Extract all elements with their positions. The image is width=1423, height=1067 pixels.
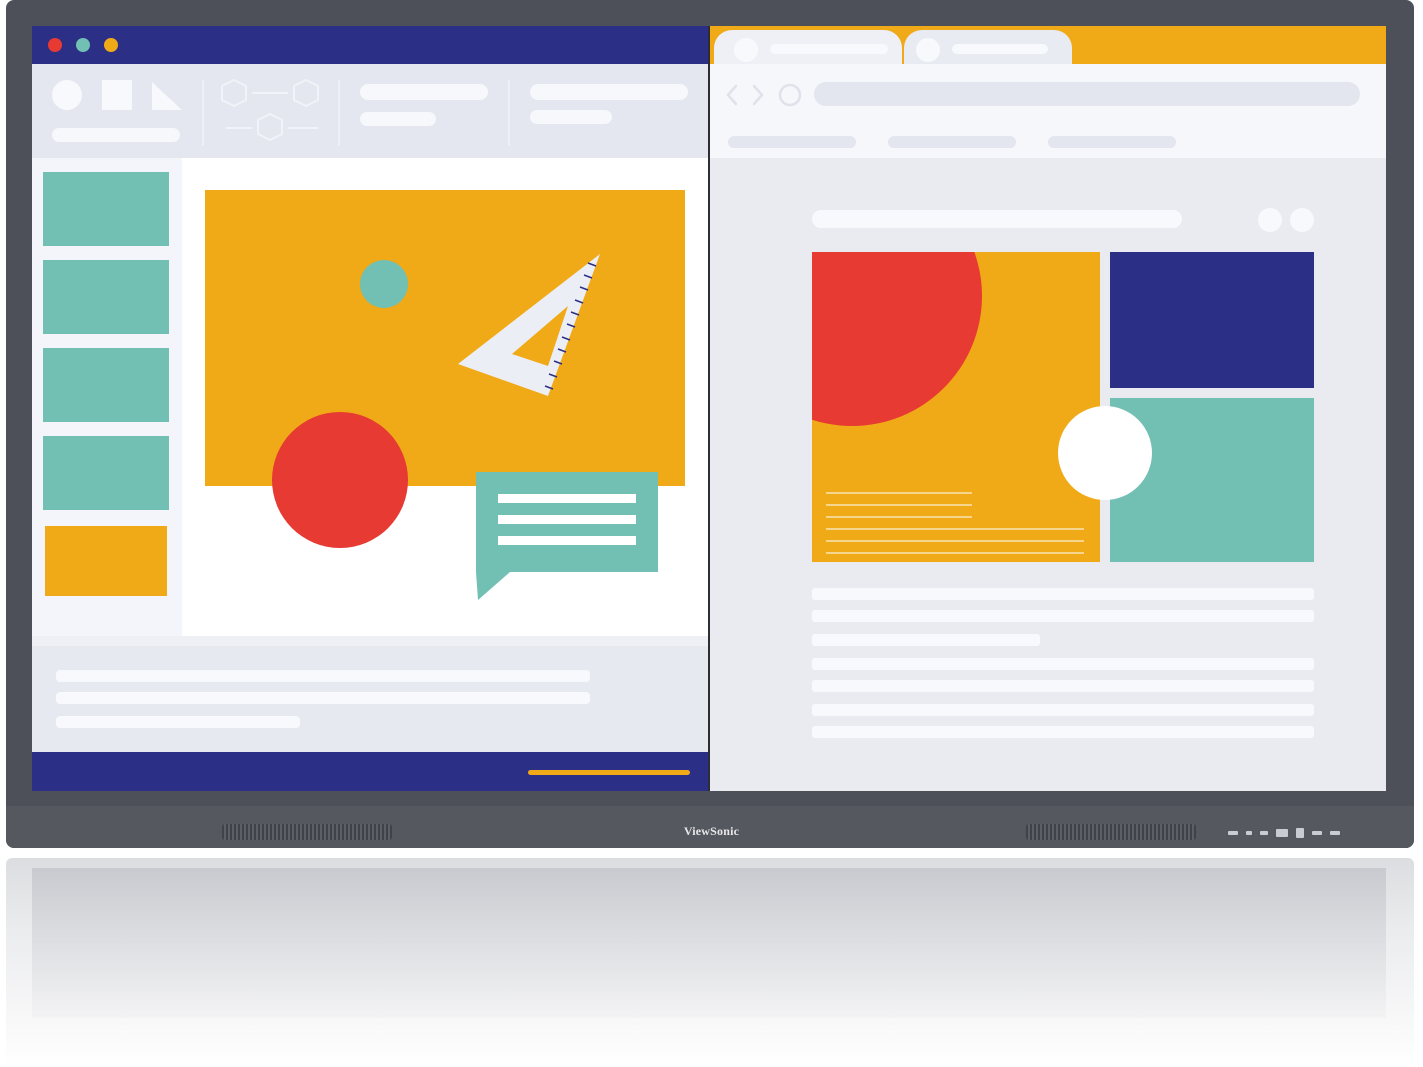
address-bar[interactable] [814, 82, 1360, 106]
article-text-line [812, 588, 1314, 600]
page-headline [812, 210, 1182, 228]
usb-port [1260, 831, 1268, 835]
maximize-window-icon[interactable] [104, 38, 118, 52]
hexagon-tool-icon[interactable] [218, 78, 328, 148]
article-text-line [812, 610, 1314, 622]
forward-icon[interactable] [750, 82, 766, 108]
tab-title [952, 44, 1048, 54]
caption-line [826, 492, 972, 494]
caption-line [826, 516, 972, 518]
toolbar-divider [338, 80, 340, 146]
slide-thumbnail[interactable] [43, 260, 169, 334]
speech-bubble-icon[interactable] [476, 472, 658, 602]
page-action-icon[interactable] [1258, 208, 1282, 232]
triangle-tool-icon[interactable] [150, 80, 184, 110]
format-option[interactable] [530, 84, 688, 100]
slide-thumbnail[interactable] [43, 436, 169, 510]
bookmark-item[interactable] [1048, 136, 1176, 148]
caption-line [826, 552, 1084, 554]
reflection-screen [32, 868, 1386, 1018]
bookmark-item[interactable] [728, 136, 856, 148]
set-square-icon[interactable] [456, 248, 606, 398]
toolbar-divider [202, 80, 204, 146]
brand-logo: ViewSonic [683, 824, 740, 838]
font-size-selector[interactable] [360, 112, 436, 126]
tool-group-label [52, 128, 180, 142]
window-titlebar [32, 26, 708, 64]
browser-tab-active[interactable] [714, 30, 902, 66]
circle-tool-icon[interactable] [52, 80, 82, 110]
slide-thumbnail[interactable] [43, 348, 169, 422]
whiteboard-app-window [32, 26, 708, 791]
hero-white-circle [1058, 406, 1152, 500]
caption-line [826, 540, 1084, 542]
hero-navy-block [1110, 252, 1314, 388]
caption-line [826, 528, 1084, 530]
tab-favicon [734, 38, 758, 62]
close-window-icon[interactable] [48, 38, 62, 52]
article-text-line [812, 726, 1314, 738]
page-action-icon[interactable] [1290, 208, 1314, 232]
presentation-progress-bar[interactable] [528, 770, 690, 775]
hero-image [812, 252, 1100, 562]
usb-port [1228, 831, 1238, 835]
bookmark-item[interactable] [888, 136, 1016, 148]
hdmi-port [1276, 829, 1288, 837]
format-option[interactable] [530, 110, 612, 124]
toolbar-divider [508, 80, 510, 146]
split-screen-divider[interactable] [708, 26, 710, 791]
square-tool-icon[interactable] [102, 80, 132, 110]
notes-text-line [56, 716, 300, 728]
teal-circle-shape[interactable] [360, 260, 408, 308]
editor-toolbar [32, 64, 708, 158]
slide-thumbnail-selected[interactable] [45, 526, 167, 596]
article-text-line [812, 704, 1314, 716]
article-text-line [812, 658, 1314, 670]
notes-text-line [56, 692, 590, 704]
front-ports [1228, 826, 1368, 840]
red-circle-shape[interactable] [272, 412, 408, 548]
article-text-line [812, 634, 1040, 646]
reload-icon[interactable] [778, 82, 802, 108]
slide-thumbnail[interactable] [43, 172, 169, 246]
sensor [1330, 831, 1340, 835]
hero-red-circle [812, 252, 982, 426]
notes-text-line [56, 670, 590, 682]
usb-port [1246, 831, 1252, 835]
font-selector[interactable] [360, 84, 488, 100]
tab-favicon [916, 38, 940, 62]
display-screen [32, 26, 1386, 791]
audio-port [1312, 831, 1322, 835]
display-reflection [6, 858, 1414, 1067]
back-icon[interactable] [724, 82, 740, 108]
usb-c-port [1296, 828, 1304, 838]
browser-window [710, 26, 1386, 791]
tab-title [770, 44, 888, 54]
article-text-line [812, 680, 1314, 692]
minimize-window-icon[interactable] [76, 38, 90, 52]
browser-tab[interactable] [904, 30, 1072, 66]
slide-content[interactable] [205, 190, 685, 486]
caption-line [826, 504, 972, 506]
